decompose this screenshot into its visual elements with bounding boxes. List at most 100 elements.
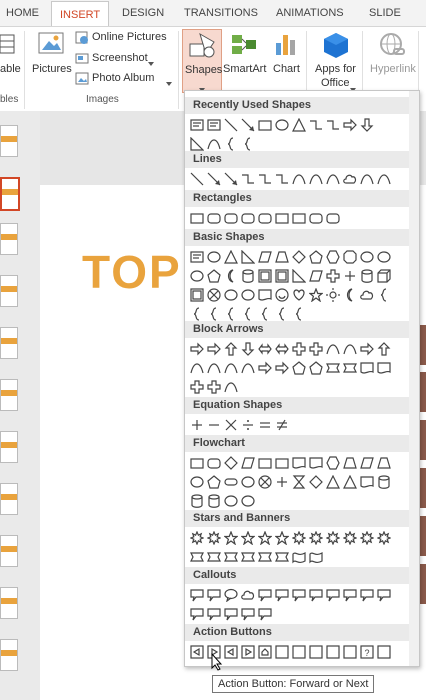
photo-album-button[interactable]: Photo Album [92, 72, 154, 84]
star8-shape-icon[interactable] [189, 530, 205, 546]
tab-slide-show[interactable]: SLIDE SHOW [369, 0, 426, 45]
hour-shape-icon[interactable] [291, 474, 307, 490]
banner-shape-icon[interactable] [189, 549, 205, 565]
cyl-shape-icon[interactable] [376, 474, 392, 490]
rect-shape-icon[interactable] [274, 210, 290, 226]
elbow-shape-icon[interactable] [274, 171, 290, 187]
apps-for-office-label-2[interactable]: Office [321, 77, 350, 89]
rarrow-shape-icon[interactable] [342, 117, 358, 133]
banner-shape-icon[interactable] [274, 549, 290, 565]
tri-shape-icon[interactable] [223, 249, 239, 265]
minus-shape-icon[interactable] [206, 417, 222, 433]
abtn-shape-icon[interactable] [342, 644, 358, 660]
aback-shape-icon[interactable] [223, 644, 239, 660]
callout-shape-icon[interactable] [274, 587, 290, 603]
oct-shape-icon[interactable] [342, 249, 358, 265]
oval-shape-icon[interactable] [240, 493, 256, 509]
slide-title[interactable]: TOP [82, 245, 182, 299]
curve-shape-icon[interactable] [223, 379, 239, 395]
pent-shape-icon[interactable] [308, 249, 324, 265]
larrow-shape-icon[interactable] [240, 117, 256, 133]
line-shape-icon[interactable] [189, 171, 205, 187]
cross-shape-icon[interactable] [189, 379, 205, 395]
ovcall-shape-icon[interactable] [223, 587, 239, 603]
pent-shape-icon[interactable] [206, 268, 222, 284]
ahelp-shape-icon[interactable]: ? [359, 644, 375, 660]
brace-shape-icon[interactable] [240, 136, 256, 152]
rrect-shape-icon[interactable] [308, 210, 324, 226]
tri-shape-icon[interactable] [325, 474, 341, 490]
oval-shape-icon[interactable] [206, 249, 222, 265]
callout-shape-icon[interactable] [325, 587, 341, 603]
oval-shape-icon[interactable] [223, 287, 239, 303]
brace-shape-icon[interactable] [223, 306, 239, 322]
slide-thumbnail[interactable] [0, 587, 18, 619]
rtri-shape-icon[interactable] [240, 249, 256, 265]
cloud-shape-icon[interactable] [342, 171, 358, 187]
diam-shape-icon[interactable] [223, 455, 239, 471]
rect-shape-icon[interactable] [274, 455, 290, 471]
abtn-shape-icon[interactable] [291, 644, 307, 660]
curve-shape-icon[interactable] [308, 171, 324, 187]
pictures-button[interactable]: Pictures [32, 63, 72, 75]
oval-shape-icon[interactable] [376, 249, 392, 265]
lrarrow-shape-icon[interactable] [257, 341, 273, 357]
callout-shape-icon[interactable] [359, 587, 375, 603]
slide-thumbnail[interactable] [0, 483, 18, 515]
curve-shape-icon[interactable] [240, 360, 256, 376]
callout-shape-icon[interactable] [206, 606, 222, 622]
diam-shape-icon[interactable] [308, 474, 324, 490]
eq-shape-icon[interactable] [257, 417, 273, 433]
online-pictures-button[interactable]: Online Pictures [92, 31, 167, 43]
para-shape-icon[interactable] [359, 455, 375, 471]
slide-thumbnail[interactable] [0, 379, 18, 411]
text-shape-icon[interactable] [206, 117, 222, 133]
smartart-button[interactable]: SmartArt [223, 63, 266, 75]
para-shape-icon[interactable] [257, 249, 273, 265]
table-button-label[interactable]: able [0, 63, 21, 75]
darrow-shape-icon[interactable] [240, 341, 256, 357]
text-shape-icon[interactable] [189, 249, 205, 265]
brace-shape-icon[interactable] [223, 136, 239, 152]
slide-thumbnail[interactable] [0, 639, 18, 671]
heart-shape-icon[interactable] [291, 287, 307, 303]
oval-shape-icon[interactable] [189, 268, 205, 284]
abtn-shape-icon[interactable] [274, 644, 290, 660]
brace-shape-icon[interactable] [206, 306, 222, 322]
cross-shape-icon[interactable] [325, 268, 341, 284]
lrarrow-shape-icon[interactable] [274, 341, 290, 357]
rarrow-shape-icon[interactable] [274, 360, 290, 376]
star-shape-icon[interactable] [240, 530, 256, 546]
larrow-shape-icon[interactable] [223, 171, 239, 187]
star8-shape-icon[interactable] [359, 530, 375, 546]
rarrow-shape-icon[interactable] [359, 341, 375, 357]
div-shape-icon[interactable] [240, 417, 256, 433]
curve-shape-icon[interactable] [206, 360, 222, 376]
star8-shape-icon[interactable] [206, 530, 222, 546]
text-shape-icon[interactable] [189, 117, 205, 133]
callout-shape-icon[interactable] [257, 587, 273, 603]
sun-shape-icon[interactable] [325, 287, 341, 303]
darrow-shape-icon[interactable] [359, 117, 375, 133]
banner-shape-icon[interactable] [206, 549, 222, 565]
callout-shape-icon[interactable] [308, 587, 324, 603]
tri-shape-icon[interactable] [291, 117, 307, 133]
brace-shape-icon[interactable] [291, 306, 307, 322]
uarrow-shape-icon[interactable] [376, 341, 392, 357]
callout-shape-icon[interactable] [376, 587, 392, 603]
apps-for-office-icon[interactable] [322, 31, 350, 64]
para-shape-icon[interactable] [308, 268, 324, 284]
curve-shape-icon[interactable] [376, 171, 392, 187]
rrect-shape-icon[interactable] [223, 210, 239, 226]
doc-shape-icon[interactable] [308, 455, 324, 471]
cube-shape-icon[interactable] [376, 268, 392, 284]
brace-shape-icon[interactable] [240, 306, 256, 322]
callout-shape-icon[interactable] [257, 606, 273, 622]
slide-thumbnail[interactable] [0, 223, 18, 255]
rarrow-shape-icon[interactable] [257, 360, 273, 376]
cyl-shape-icon[interactable] [240, 268, 256, 284]
frame-shape-icon[interactable] [189, 287, 205, 303]
frame-shape-icon[interactable] [274, 268, 290, 284]
tab-insert[interactable]: INSERT [51, 1, 110, 27]
larrow-shape-icon[interactable] [206, 171, 222, 187]
